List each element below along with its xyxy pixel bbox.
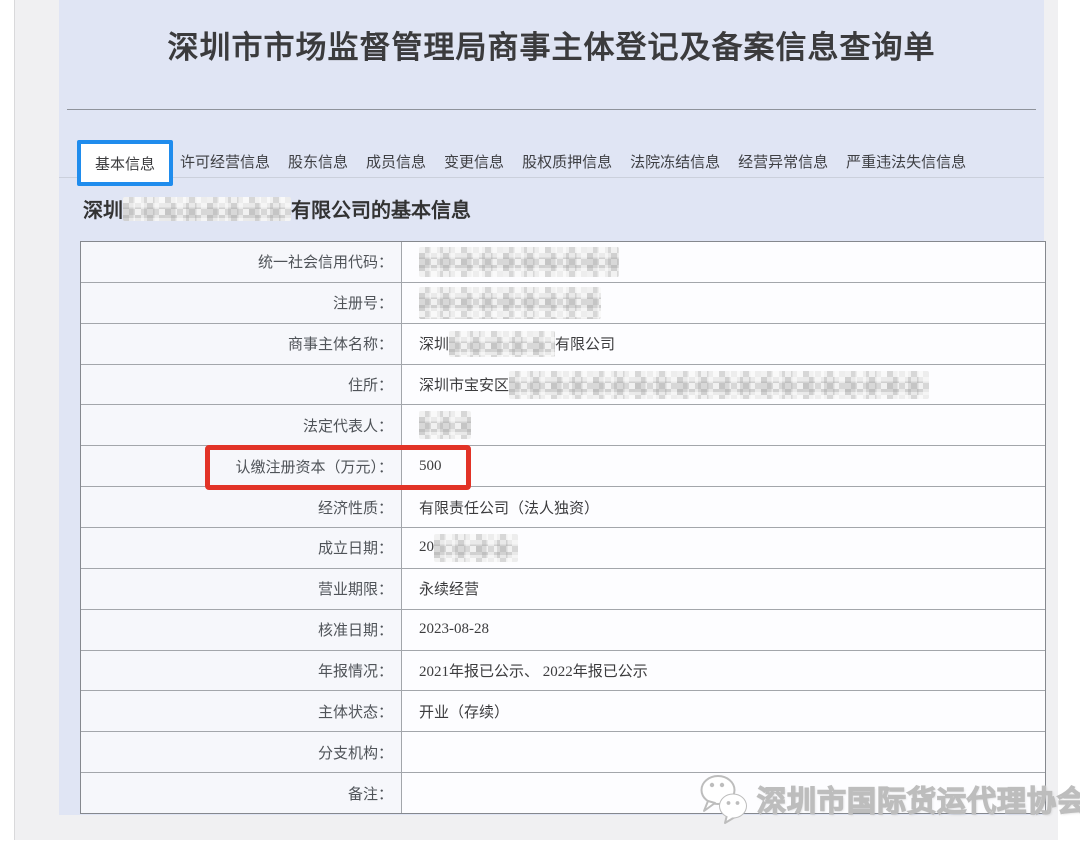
redaction-mosaic (449, 331, 555, 357)
tab-法院冻结信息[interactable]: 法院冻结信息 (630, 151, 720, 172)
row-label: 营业期限： (81, 569, 402, 609)
highlight-box-red (205, 445, 471, 490)
redaction-mosaic (419, 411, 471, 439)
row-label: 主体状态： (81, 691, 402, 731)
table-row: 法定代表人： (81, 405, 1045, 446)
row-label: 住所： (81, 365, 402, 405)
value-text: 有限公司 (555, 333, 615, 354)
redaction-mosaic (419, 247, 619, 277)
table-row: 核准日期： 2023-08-28 (81, 610, 1045, 651)
table-row: 营业期限： 永续经营 (81, 569, 1045, 610)
row-label: 备注： (81, 773, 402, 813)
row-value: 2021年报已公示、 2022年报已公示 (402, 651, 1045, 691)
row-value: 500 (402, 446, 1045, 486)
tab-许可经营信息[interactable]: 许可经营信息 (180, 151, 270, 172)
redaction-mosaic (434, 534, 518, 562)
row-label: 分支机构： (81, 732, 402, 772)
value-text: 开业（存续） (419, 701, 509, 722)
article-gray-panel: 深圳市市场监督管理局商事主体登记及备案信息查询单 基本信息 许可经营信息股东信息… (14, 0, 1058, 840)
row-value (402, 405, 1045, 445)
page-title: 深圳市市场监督管理局商事主体登记及备案信息查询单 (59, 22, 1044, 67)
table-row: 经济性质： 有限责任公司（法人独资） (81, 487, 1045, 528)
redaction-mosaic (419, 287, 601, 319)
row-label: 核准日期： (81, 610, 402, 650)
row-label: 注册号： (81, 283, 402, 323)
row-value: 开业（存续） (402, 691, 1045, 731)
tab-股权质押信息[interactable]: 股权质押信息 (522, 151, 612, 172)
basic-info-table: 统一社会信用代码：注册号：商事主体名称： 深圳 有限公司住所： 深圳市宝安区法定代表人… (80, 241, 1046, 814)
table-row: 住所： 深圳市宝安区 (81, 365, 1045, 406)
tab-变更信息[interactable]: 变更信息 (444, 151, 504, 172)
wechat-icon (697, 773, 753, 825)
row-value: 深圳 有限公司 (402, 324, 1045, 364)
value-text: 有限公司的基本信息 (291, 194, 471, 223)
tab-basic-info-label: 基本信息 (95, 153, 155, 174)
row-value: 20 (402, 528, 1045, 568)
value-text: 20 (419, 539, 434, 556)
value-text: 有限责任公司（法人独资） (419, 497, 599, 518)
tab-经营异常信息[interactable]: 经营异常信息 (738, 151, 828, 172)
value-text: 2021年报已公示、 2022年报已公示 (419, 660, 648, 681)
row-value: 深圳市宝安区 (402, 365, 1045, 405)
tab-成员信息[interactable]: 成员信息 (366, 151, 426, 172)
table-row: 统一社会信用代码： (81, 242, 1045, 283)
row-label: 经济性质： (81, 487, 402, 527)
value-text: 永续经营 (419, 578, 479, 599)
screenshot-root: 深圳市市场监督管理局商事主体登记及备案信息查询单 基本信息 许可经营信息股东信息… (0, 0, 1080, 851)
value-text: 2023-08-28 (419, 621, 489, 638)
row-value: 永续经营 (402, 569, 1045, 609)
row-value: 2023-08-28 (402, 610, 1045, 650)
tab-严重违法失信信息[interactable]: 严重违法失信信息 (846, 151, 966, 172)
table-row: 成立日期： 20 (81, 528, 1045, 569)
title-divider (67, 109, 1036, 110)
row-value: 有限责任公司（法人独资） (402, 487, 1045, 527)
table-row: 商事主体名称： 深圳 有限公司 (81, 324, 1045, 365)
table-row: 年报情况： 2021年报已公示、 2022年报已公示 (81, 651, 1045, 692)
row-label: 商事主体名称： (81, 324, 402, 364)
row-value (402, 242, 1045, 282)
tab-bar: 许可经营信息股东信息成员信息变更信息股权质押信息法院冻结信息经营异常信息严重违法… (180, 144, 966, 178)
row-label: 统一社会信用代码： (81, 242, 402, 282)
watermark: 深圳市国际货运代理协会 (697, 773, 1080, 825)
value-text: 深圳 (83, 194, 123, 223)
table-row: 主体状态： 开业（存续） (81, 691, 1045, 732)
section-title: 深圳 有限公司的基本信息 (83, 194, 471, 223)
table-row: 分支机构： (81, 732, 1045, 773)
value-text: 深圳 (419, 333, 449, 354)
redaction-mosaic (509, 371, 929, 399)
watermark-text: 深圳市国际货运代理协会 (757, 778, 1080, 820)
row-label: 成立日期： (81, 528, 402, 568)
query-result-card: 深圳市市场监督管理局商事主体登记及备案信息查询单 基本信息 许可经营信息股东信息… (59, 0, 1044, 815)
value-text: 深圳市宝安区 (419, 374, 509, 395)
redaction-mosaic (123, 197, 291, 221)
row-value (402, 732, 1045, 772)
row-value (402, 283, 1045, 323)
row-label: 法定代表人： (81, 405, 402, 445)
row-label: 年报情况： (81, 651, 402, 691)
tab-股东信息[interactable]: 股东信息 (288, 151, 348, 172)
table-row: 注册号： (81, 283, 1045, 324)
tab-basic-info-with-blue-annotation[interactable]: 基本信息 (77, 140, 173, 186)
